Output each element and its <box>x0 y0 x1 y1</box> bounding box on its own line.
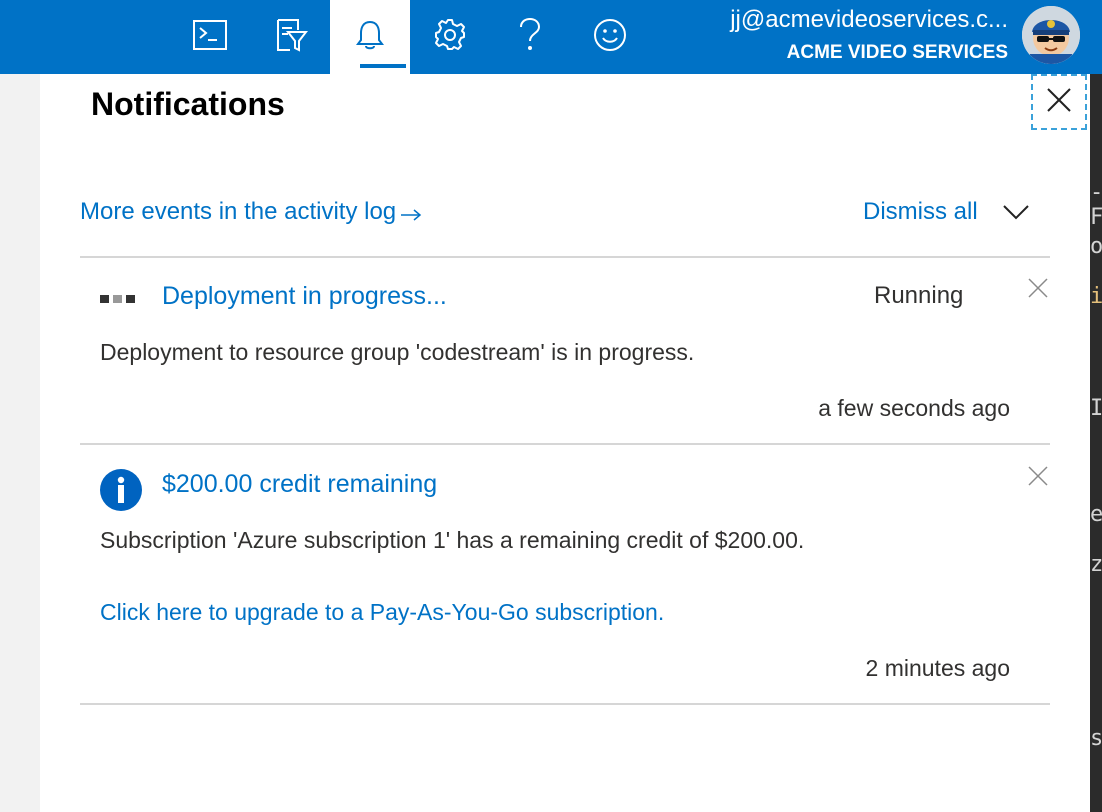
avatar[interactable] <box>1022 6 1080 64</box>
user-email[interactable]: jj@acmevideoservices.c... <box>730 6 1008 34</box>
upgrade-subscription-link[interactable]: Click here to upgrade to a Pay-As-You-Go… <box>100 599 664 626</box>
background-text-fragment: e <box>1090 502 1102 527</box>
panel-title: Notifications <box>91 86 285 122</box>
divider <box>80 443 1050 445</box>
background-text-fragment: st <box>1090 726 1102 751</box>
background-text-fragment: -F <box>1090 180 1102 230</box>
progress-dots-icon <box>100 295 135 303</box>
background-text-fragment: o <box>1090 234 1102 259</box>
directory-filter-icon <box>272 18 309 57</box>
divider <box>80 703 1050 705</box>
settings-button[interactable] <box>410 0 490 74</box>
activity-log-link-label: More events in the activity log <box>80 198 397 225</box>
directory-filter-button[interactable] <box>250 0 330 74</box>
chevron-down-icon <box>1002 204 1030 225</box>
bell-icon <box>356 19 384 56</box>
feedback-button[interactable] <box>570 0 650 74</box>
help-button[interactable] <box>490 0 570 74</box>
help-icon <box>518 17 542 58</box>
dismiss-notification-button[interactable] <box>1025 465 1051 491</box>
notifications-button[interactable] <box>330 0 410 74</box>
terminal-icon <box>193 19 227 55</box>
info-icon <box>100 469 142 511</box>
cloud-shell-button[interactable] <box>170 0 250 74</box>
arrow-right-icon <box>400 201 422 229</box>
notification-body: Deployment to resource group 'codestream… <box>100 339 695 365</box>
background-left-strip <box>0 74 40 812</box>
active-tab-indicator <box>360 64 406 68</box>
top-bar: jj@acmevideoservices.c... ACME VIDEO SER… <box>0 0 1102 74</box>
dismiss-options-button[interactable] <box>1001 202 1031 226</box>
gear-icon <box>433 18 467 57</box>
notification-body: Subscription 'Azure subscription 1' has … <box>100 527 805 553</box>
notification-title[interactable]: Deployment in progress... <box>162 282 447 311</box>
notification-status: Running <box>874 282 964 309</box>
background-text-fragment: zu <box>1090 552 1102 577</box>
notification-time: 2 minutes ago <box>865 655 1010 681</box>
close-icon <box>1027 465 1049 492</box>
background-text-fragment: i <box>1090 284 1102 309</box>
user-organization[interactable]: ACME VIDEO SERVICES <box>787 42 1008 64</box>
divider <box>80 256 1050 258</box>
smiley-icon <box>593 18 627 57</box>
notification-time: a few seconds ago <box>818 395 1010 421</box>
background-editor-strip: -F o i I e zu st <box>1090 74 1102 812</box>
notification-title[interactable]: $200.00 credit remaining <box>162 470 437 499</box>
dismiss-notification-button[interactable] <box>1025 277 1051 303</box>
background-text-fragment: I <box>1090 396 1102 421</box>
dismiss-all-button[interactable]: Dismiss all <box>863 198 978 226</box>
close-panel-button[interactable] <box>1031 74 1087 130</box>
close-icon <box>1046 87 1072 118</box>
close-icon <box>1027 277 1049 304</box>
activity-log-link[interactable]: More events in the activity log <box>80 198 422 229</box>
notifications-panel: Notifications More events in the activit… <box>40 74 1090 812</box>
